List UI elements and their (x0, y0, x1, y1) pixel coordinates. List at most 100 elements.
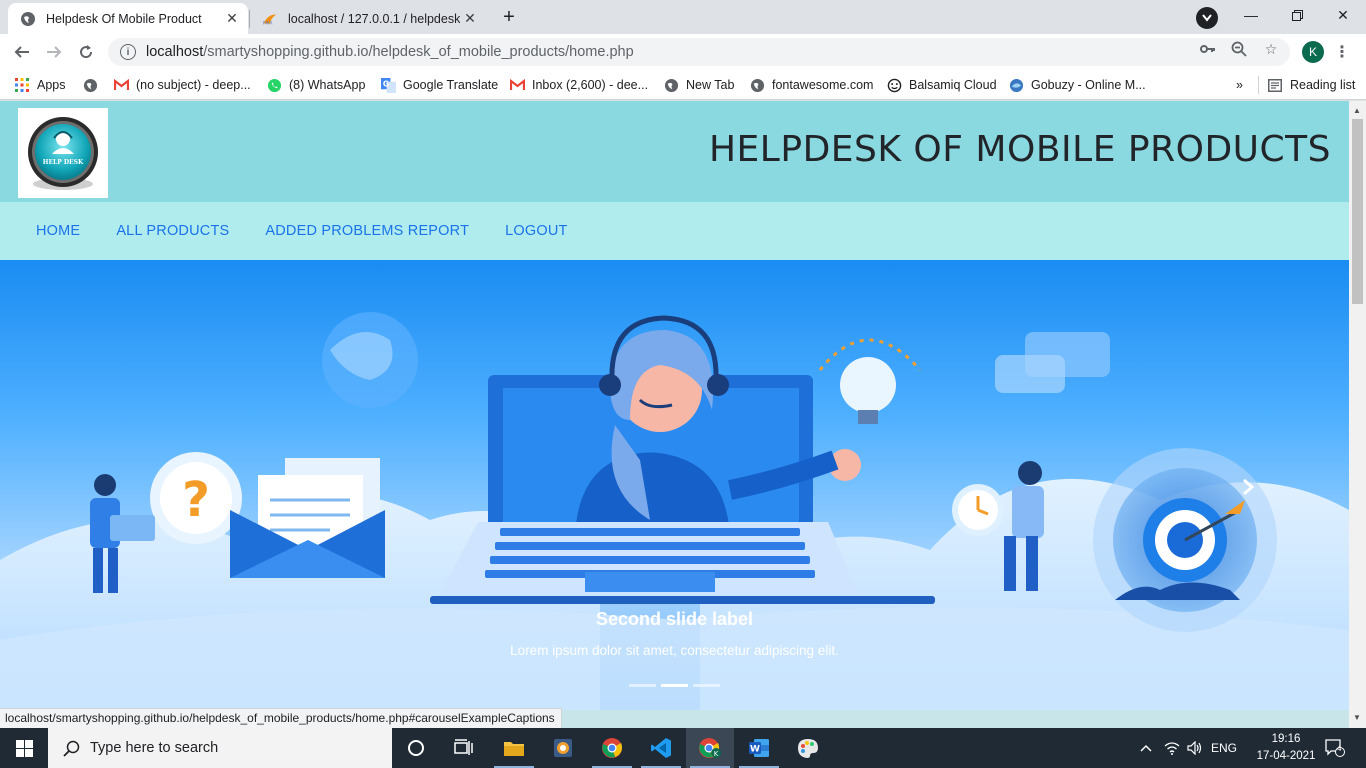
zoom-icon[interactable] (1230, 40, 1248, 58)
logo-text: HELP DESK (43, 159, 84, 166)
chrome-profile-icon[interactable]: K (686, 728, 734, 768)
restore-icon[interactable] (1274, 0, 1320, 30)
bookmark-gmail-no-subject[interactable]: (no subject) - deep... (113, 76, 251, 94)
gmail-icon (113, 77, 129, 93)
taskbar-search-placeholder: Type here to search (90, 740, 219, 756)
windows-taskbar: Type here to search K W ENG 19:16 17-04-… (0, 728, 1366, 768)
apps-grid-icon (14, 77, 30, 93)
scroll-thumb[interactable] (1352, 119, 1363, 304)
bookmark-whatsapp[interactable]: (8) WhatsApp (266, 76, 365, 94)
site-info-icon[interactable]: i (120, 44, 136, 60)
media-app-icon[interactable] (539, 728, 587, 768)
forward-button[interactable] (42, 40, 66, 64)
site-header: HELP DESK HELPDESK OF MOBILE PRODUCTS (0, 101, 1349, 202)
wifi-icon[interactable] (1160, 728, 1184, 768)
back-button[interactable] (10, 40, 34, 64)
language-indicator[interactable]: ENG (1206, 728, 1242, 768)
new-tab-button[interactable]: + (495, 5, 523, 29)
url-path: /smartyshopping.github.io/helpdesk_of_mo… (203, 44, 634, 60)
bookmark-label: New Tab (686, 78, 735, 92)
main-nav: HOME ALL PRODUCTS ADDED PROBLEMS REPORT … (0, 202, 1349, 260)
tab-helpdesk[interactable]: Helpdesk Of Mobile Product ✕ (8, 3, 248, 34)
volume-icon[interactable] (1184, 728, 1206, 768)
carousel-next-button[interactable] (1236, 475, 1260, 499)
bookmark-new-tab[interactable]: New Tab (663, 76, 734, 94)
tray-expand-icon[interactable] (1136, 728, 1156, 768)
close-tab-icon[interactable]: ✕ (222, 9, 242, 29)
site-logo[interactable]: HELP DESK (18, 108, 108, 198)
nav-home[interactable]: HOME (36, 223, 80, 239)
bookmark-label: Balsamiq Cloud (909, 78, 997, 92)
svg-text:G: G (382, 79, 388, 88)
bookmark-fontawesome[interactable]: fontawesome.com (749, 76, 873, 94)
cortana-icon[interactable] (392, 728, 440, 768)
taskbar-search-box[interactable]: Type here to search (48, 728, 392, 768)
carousel-indicator-3[interactable] (693, 684, 720, 687)
minimize-icon[interactable]: — (1228, 0, 1274, 30)
vscode-icon[interactable] (637, 728, 685, 768)
menu-icon[interactable]: ⋮ (1334, 40, 1350, 64)
nav-all-products[interactable]: ALL PRODUCTS (116, 223, 229, 239)
bookmarks-bar: Apps (no subject) - deep... (8) WhatsApp… (0, 70, 1366, 100)
tab-title: localhost / 127.0.0.1 / helpdesk / (288, 11, 460, 26)
reading-list-button[interactable]: Reading list (1258, 76, 1355, 94)
nav-logout[interactable]: LOGOUT (505, 223, 567, 239)
carousel-indicator-1[interactable] (629, 684, 656, 687)
translate-icon: G (380, 77, 396, 93)
tab-phpmyadmin[interactable]: PMA localhost / 127.0.0.1 / helpdesk / ✕ (250, 3, 486, 34)
bookmark-label: Apps (37, 78, 66, 92)
bookmark-label: Google Translate (403, 78, 499, 92)
svg-text:W: W (750, 745, 760, 755)
close-tab-icon[interactable]: ✕ (460, 9, 480, 29)
carousel-indicators (629, 684, 725, 687)
page-title: HELPDESK OF MOBILE PRODUCTS (708, 129, 1331, 170)
file-explorer-icon[interactable] (490, 728, 538, 768)
web-page: HELP DESK HELPDESK OF MOBILE PRODUCTS HO… (0, 101, 1349, 710)
clock-time: 19:16 (1271, 733, 1301, 745)
profile-avatar[interactable]: K (1302, 41, 1324, 63)
chrome-icon[interactable] (588, 728, 636, 768)
bookmark-globe[interactable] (82, 76, 105, 94)
close-window-icon[interactable]: ✕ (1320, 0, 1366, 30)
address-bar[interactable]: i localhost/smartyshopping.github.io/hel… (108, 38, 1290, 66)
link-status-bar: localhost/smartyshopping.github.io/helpd… (0, 708, 562, 728)
word-icon[interactable]: W (735, 728, 783, 768)
bookmark-star-icon[interactable]: ☆ (1262, 40, 1280, 58)
windows-start-icon[interactable] (0, 728, 48, 768)
svg-text:PMA: PMA (263, 20, 273, 26)
globe-icon (20, 11, 36, 27)
taskbar-clock[interactable]: 19:16 17-04-2021 (1256, 731, 1316, 765)
tab-search-icon[interactable] (1196, 7, 1218, 29)
bookmark-label: Inbox (2,600) - dee... (532, 78, 649, 92)
tab-strip: Helpdesk Of Mobile Product ✕ PMA localho… (0, 0, 1366, 34)
gobuzy-icon (1008, 77, 1024, 93)
browser-toolbar: i localhost/smartyshopping.github.io/hel… (0, 34, 1366, 70)
reload-button[interactable] (74, 40, 98, 64)
reading-list-label: Reading list (1290, 78, 1356, 92)
bookmark-gmail-inbox[interactable]: Inbox (2,600) - dee... (509, 76, 648, 94)
bookmark-gobuzy[interactable]: Gobuzy - Online M... (1008, 76, 1146, 94)
globe-icon (749, 77, 765, 93)
notification-center-icon[interactable]: 4 (1320, 728, 1350, 768)
whatsapp-icon (266, 77, 282, 93)
task-view-icon[interactable] (440, 728, 488, 768)
bookmark-balsamiq[interactable]: Balsamiq Cloud (886, 76, 997, 94)
key-icon[interactable] (1199, 40, 1217, 58)
bookmark-label: fontawesome.com (772, 78, 874, 92)
globe-icon (82, 77, 98, 93)
nav-added-problems-report[interactable]: ADDED PROBLEMS REPORT (265, 223, 469, 239)
paint-icon[interactable] (784, 728, 832, 768)
svg-text:K: K (714, 750, 719, 758)
page-scrollbar[interactable]: ▲ ▼ (1349, 101, 1366, 728)
smiley-icon (886, 77, 902, 93)
carousel-indicator-2[interactable] (661, 684, 688, 687)
scroll-down-icon[interactable]: ▼ (1353, 713, 1361, 722)
globe-icon (663, 77, 679, 93)
bookmark-apps[interactable]: Apps (14, 76, 66, 94)
bookmark-google-translate[interactable]: G Google Translate (380, 76, 498, 94)
tab-title: Helpdesk Of Mobile Product (46, 11, 202, 26)
bookmark-label: (8) WhatsApp (289, 78, 366, 92)
bookmarks-overflow-button[interactable]: » (1236, 76, 1243, 94)
scroll-up-icon[interactable]: ▲ (1353, 106, 1361, 115)
carousel-caption-title: Second slide label (595, 609, 754, 629)
